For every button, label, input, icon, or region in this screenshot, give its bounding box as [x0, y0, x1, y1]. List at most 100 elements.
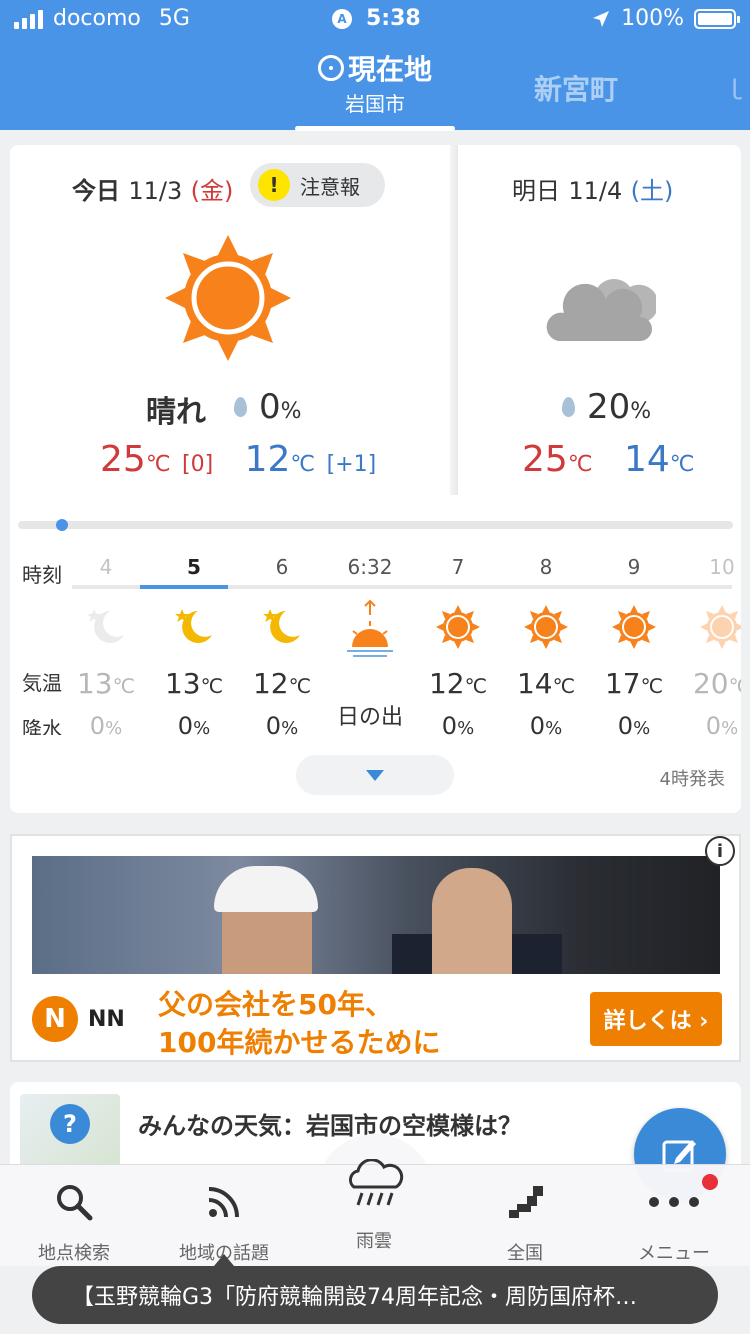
nav-label: 地点検索 [38, 1243, 110, 1264]
hour-temp: 20℃ [692, 667, 741, 700]
search-icon [14, 1177, 134, 1227]
hour-column: 7 12℃ 0% [414, 555, 502, 735]
hour-precip: 0% [265, 712, 299, 735]
hour-precip: 0% [177, 712, 211, 735]
hour-label: 10 [709, 555, 735, 579]
row-label-precip: 降水 [22, 717, 62, 735]
time-scrubber[interactable] [18, 519, 733, 531]
raindrop-icon [234, 397, 247, 417]
map-thumbnail: ? [20, 1094, 120, 1174]
hour-temp: 13℃ [164, 667, 224, 700]
current-city: 岩国市 [345, 92, 405, 116]
hour-label: 9 [627, 555, 641, 579]
status-bar: docomo 5G A 5:38 100% [0, 0, 750, 40]
hour-column: 10 20℃ 0% [678, 555, 741, 735]
network-type: 5G [158, 6, 190, 31]
location-tabs: 現在地 岩国市 新宮町 ｌ [0, 40, 750, 131]
tomorrow-high: 25 [522, 439, 568, 480]
hour-temp: 13℃ [76, 667, 136, 700]
battery-percent: 100% [621, 6, 684, 31]
raindrop-icon [562, 397, 575, 417]
clock: A 5:38 [332, 6, 421, 31]
current-location-label: 現在地 [347, 53, 432, 86]
ad-details-button[interactable]: 詳しくは › [590, 992, 722, 1046]
ad-banner[interactable]: i N NN 父の会社を50年、 100年続かせるために 詳しくは › [10, 834, 741, 1062]
hour-column: 6 12℃ 0% [238, 555, 326, 735]
tomorrow-temps: 25℃ 14℃ [522, 439, 695, 480]
sun-icon [414, 597, 502, 657]
hour-column: 9 17℃ 0% [590, 555, 678, 735]
hour-temp: 12℃ [252, 667, 312, 700]
rain-cloud-icon [314, 1159, 434, 1209]
hourly-forecast[interactable]: 時刻 気温 降水 4 13℃ 0% 5 13℃ 0% 6 12℃ 0% 6:32 日の出 7 12℃ 0%… [10, 545, 741, 735]
hour-label: 8 [539, 555, 553, 579]
carrier-info: docomo 5G [14, 6, 190, 31]
tab-current-location[interactable]: 現在地 岩国市 [295, 48, 455, 131]
hour-label: 6 [275, 555, 289, 579]
alert-badge[interactable]: ! 注意報 [250, 163, 385, 207]
nav-label: 雨雲 [356, 1231, 392, 1252]
nn-mark-icon: N [32, 996, 78, 1042]
tab-partial-location[interactable]: ｌ [722, 70, 748, 107]
nn-logo: N NN [32, 996, 125, 1042]
ticker-pointer [214, 1254, 234, 1266]
hour-precip: 0% [617, 712, 651, 735]
tab-next-location[interactable]: 新宮町 [534, 68, 618, 108]
nav-item[interactable]: メニュー [614, 1177, 734, 1265]
nav-item[interactable]: 地域の話題 [164, 1177, 284, 1265]
nav-item[interactable]: 全国 [465, 1177, 585, 1265]
expand-button[interactable] [296, 755, 454, 795]
hour-precip: 日の出 [336, 705, 403, 730]
hour-column: 6:32 日の出 [326, 555, 414, 731]
cloudy-icon [546, 279, 656, 341]
location-services-icon: A [332, 8, 352, 29]
bottom-navigation: 地点検索 地域の話題雨雲全国 メニュー [0, 1159, 750, 1266]
location-arrow-icon [593, 10, 610, 27]
hour-label: 6:32 [347, 555, 393, 579]
today-temps: 25℃ [0] 12℃ [+1] [100, 439, 377, 480]
hour-temp: 17℃ [604, 667, 664, 700]
moon-cloud-icon [62, 597, 150, 657]
nav-item[interactable]: 雨雲 [314, 1159, 434, 1253]
japan-map-icon [465, 1177, 585, 1227]
hour-label: 7 [451, 555, 465, 579]
carrier-name: docomo [53, 6, 141, 31]
today-condition: 晴れ [146, 395, 206, 430]
tomorrow-heading: 明日 11/4 (土) [512, 177, 674, 205]
nav-item[interactable]: 地点検索 [14, 1177, 134, 1265]
status-right: 100% [591, 6, 740, 31]
scrubber-handle[interactable] [56, 519, 68, 531]
today-low: 12 [244, 439, 291, 480]
day-divider [450, 145, 458, 495]
moon-icon [238, 597, 326, 657]
hour-label: 4 [99, 555, 113, 579]
hour-column: 8 14℃ 0% [502, 555, 590, 735]
sun-icon [165, 235, 291, 361]
warning-icon: ! [258, 169, 290, 201]
ad-info-icon[interactable]: i [705, 836, 735, 866]
notification-badge [702, 1174, 718, 1190]
forecast-card: 今日 11/3 (金) ! 注意報 晴れ 0% 25℃ [0] 12℃ [+1]… [10, 145, 741, 813]
community-title: みんなの天気：岩国市の空模様は？ [138, 1112, 522, 1140]
issued-time: 4時発表 [659, 769, 725, 790]
moon-icon [150, 597, 238, 657]
nav-label: メニュー [638, 1243, 710, 1264]
news-ticker[interactable]: 【玉野競輪G3「防府競輪開設74周年記念・周防国府杯… [32, 1266, 718, 1324]
signal-icon [14, 9, 43, 29]
battery-icon [694, 8, 740, 29]
hour-label: 5 [187, 555, 201, 579]
sun-icon [502, 597, 590, 657]
tomorrow-low: 14 [623, 439, 670, 480]
tomorrow-forecast[interactable]: 明日 11/4 (土) 20% 25℃ 14℃ [458, 145, 741, 495]
ad-copy: 父の会社を50年、 100年続かせるために [158, 988, 441, 1059]
hour-temp: 12℃ [428, 667, 488, 700]
nav-label: 全国 [507, 1243, 543, 1264]
hour-column: 5 13℃ 0% [150, 555, 238, 735]
ad-brand: NN [88, 1006, 125, 1032]
hour-precip: 0% [529, 712, 563, 735]
ad-image[interactable] [32, 856, 720, 974]
alert-label: 注意報 [300, 174, 360, 199]
rss-icon [164, 1177, 284, 1227]
today-high: 25 [100, 439, 146, 480]
today-forecast[interactable]: 今日 11/3 (金) ! 注意報 晴れ 0% 25℃ [0] 12℃ [+1] [10, 145, 450, 495]
